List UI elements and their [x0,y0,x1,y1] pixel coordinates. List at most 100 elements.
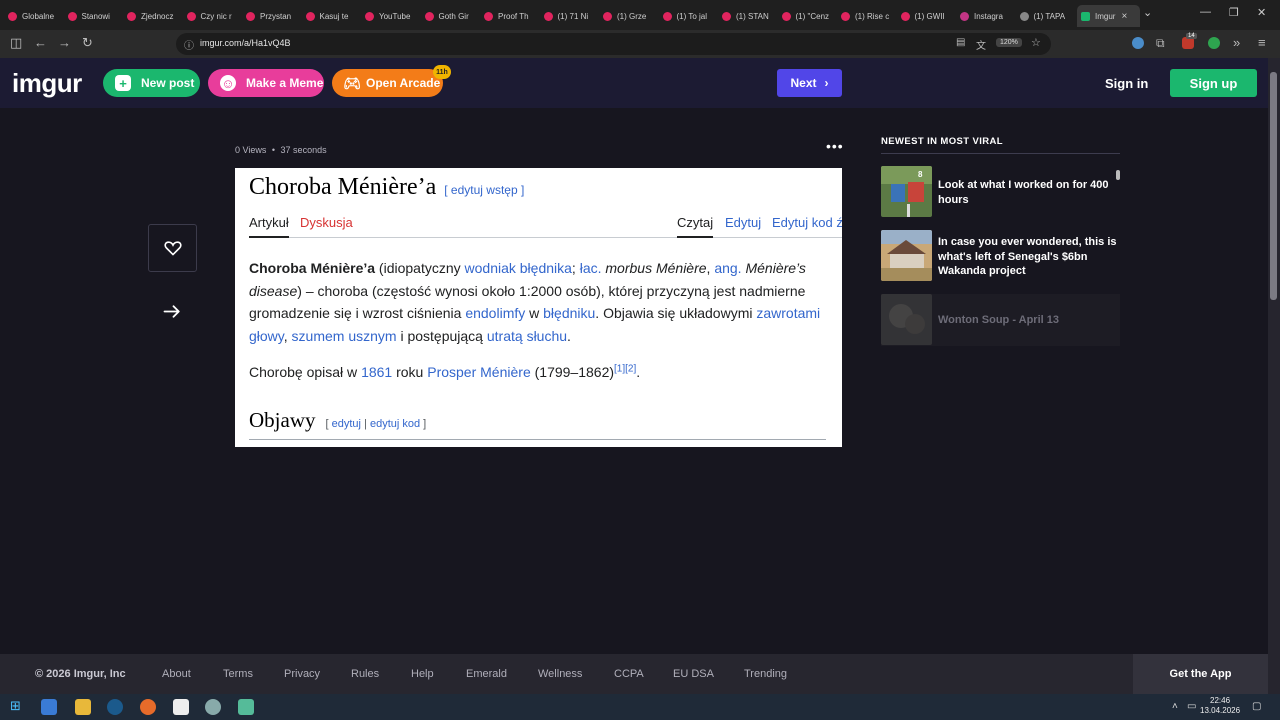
post-thumbnail [881,294,932,345]
footer-link-privacy[interactable]: Privacy [284,668,320,680]
translate-icon[interactable]: 文 [976,37,986,52]
notifications-icon[interactable]: ▢ [1252,701,1261,712]
browser-tab[interactable]: (1) To jal [662,5,715,27]
taskbar-clock[interactable]: 22:46 13.04.2026 [1200,696,1240,716]
url-text[interactable]: imgur.com/a/Ha1vQ4B [200,38,291,48]
like-button[interactable] [148,224,197,272]
sidebar-post-title[interactable]: In case you ever wondered, this is what'… [938,235,1118,279]
more-tools-icon[interactable]: » [1233,35,1240,50]
sidebar-post[interactable]: 8 Look at what I worked on for 400 hours [881,166,1120,218]
new-post-button[interactable]: + New post [103,69,200,97]
zoom-level[interactable]: 120% [996,38,1022,47]
close-window-icon[interactable]: ✕ [1257,6,1266,19]
site-info-icon[interactable]: ⓘ [184,37,194,52]
tray-chevron-icon[interactable]: ˄ [1172,701,1178,712]
wiki-body: Choroba Ménière’a (idiopatyczny wodniak … [249,257,829,384]
footer-link-help[interactable]: Help [411,668,434,680]
minimize-icon[interactable]: — [1200,6,1211,18]
wiki-paragraph-1: Choroba Ménière’a (idiopatyczny wodniak … [249,257,829,347]
get-the-app-button[interactable]: Get the App [1133,654,1268,694]
footer-link-about[interactable]: About [162,668,191,680]
share-button[interactable] [160,300,184,320]
browser-tab[interactable]: (1) GWII [900,5,953,27]
sign-in-link[interactable]: Sign in [1105,76,1148,91]
imgur-logo[interactable]: imgur [12,68,82,99]
browser-tab[interactable]: (1) 71 Ni [543,5,596,27]
browser-tab[interactable]: Globalne [8,5,60,27]
browser-tab[interactable]: (1) TAPA [1019,5,1072,27]
tab-favicon-icon [127,11,136,21]
browser-tab[interactable]: YouTube [365,5,417,27]
back-icon[interactable]: ← [34,35,47,50]
windows-start-icon[interactable]: ⊞ [10,698,26,714]
close-tab-icon[interactable]: × [1121,11,1127,22]
browser-tab[interactable]: Kasuj te [305,5,358,27]
footer-link-ccpa[interactable]: CCPA [614,668,644,680]
steam-icon[interactable] [107,699,123,715]
wiki-edit-source-link: edytuj kod [369,418,421,430]
extensions-puzzle-icon[interactable]: ⧉ [1156,36,1165,51]
sidebar-post[interactable]: Wonton Soup - April 13 [881,294,1120,346]
sign-up-button[interactable]: Sign up [1170,69,1257,97]
tab-favicon-icon [543,11,553,21]
sidebar-post-title[interactable]: Look at what I worked on for 400 hours [938,178,1118,207]
menu-icon[interactable]: ≡ [1258,35,1266,50]
reader-mode-icon[interactable]: ▤ [956,37,965,48]
next-post-button[interactable]: Next › [777,69,842,97]
browser-tab[interactable]: (1) "Cenz [781,5,834,27]
file-explorer-icon[interactable] [75,699,91,715]
tab-label: (1) Grze [617,11,647,21]
footer-link-terms[interactable]: Terms [223,668,253,680]
browser-tab[interactable]: (1) Grze [603,5,655,27]
forward-icon[interactable]: → [58,35,71,50]
restore-icon[interactable]: ❐ [1229,6,1239,19]
browser-tab[interactable]: (1) Rise c [841,5,893,27]
browser-tab[interactable]: Przystan [246,5,298,27]
open-arcade-button[interactable]: 🎮︎ Open Arcade [332,69,443,97]
browser-tab[interactable]: Proof Th [484,5,536,27]
network-icon[interactable]: ▭ [1187,701,1196,712]
browser-tab[interactable]: Zjednocz [127,5,179,27]
tab-actions-icon[interactable]: ◫ [10,35,22,51]
copyright: © 2026 Imgur, Inc [35,668,126,680]
bookmark-star-icon[interactable]: ☆ [1031,36,1041,49]
app-icon-misc[interactable] [205,699,221,715]
browser-tab[interactable]: Instagra [960,5,1012,27]
sidebar-post-title[interactable]: Wonton Soup - April 13 [938,313,1118,328]
wiki-bold-term: Choroba Ménière’a [249,260,376,276]
firefox-icon[interactable] [140,699,156,715]
meta-separator: • [271,145,276,155]
more-options-icon[interactable]: ••• [826,138,844,154]
browser-tab[interactable]: Czy nic r [186,5,239,27]
scrollbar-thumb[interactable] [1270,72,1277,300]
notion-icon[interactable] [173,699,189,715]
tab-list-chevron-icon[interactable]: ⌄ [1143,6,1152,19]
browser-tab[interactable]: (1) STAN [722,5,774,27]
footer-link-trending[interactable]: Trending [744,668,787,680]
tab-label: Goth Gir [438,11,469,21]
tab-label: Stanowi [81,11,110,21]
wiki-text: . [567,327,571,344]
wiki-text: . [636,364,641,380]
sidebar-scroll-handle[interactable] [1116,170,1120,180]
extension-shield-icon[interactable] [1132,37,1144,49]
tab-label: (1) GWII [914,11,945,21]
footer-link-wellness[interactable]: Wellness [538,668,582,680]
tab-active[interactable]: Imgur × [1077,5,1140,27]
extension-green-icon[interactable] [1208,37,1220,49]
sidebar-post[interactable]: In case you ever wondered, this is what'… [881,230,1120,282]
browser-tab[interactable]: Goth Gir [424,5,477,27]
footer-link-emerald[interactable]: Emerald [466,668,507,680]
make-a-meme-button[interactable]: ☺ Make a Meme [208,69,324,97]
browser-tab[interactable]: Stanowi [67,5,120,27]
reload-icon[interactable]: ↻ [82,35,93,51]
calculator-icon[interactable] [238,699,254,715]
wiki-text: (idiopatyczny [375,260,465,276]
app-icon-explorer-window[interactable] [41,699,57,715]
footer-link-eu-dsa[interactable]: EU DSA [673,668,714,680]
address-bar[interactable]: ⓘ imgur.com/a/Ha1vQ4B ▤ 文 ☆ [176,33,1051,55]
page-scrollbar[interactable] [1268,58,1280,694]
footer-link-rules[interactable]: Rules [351,668,379,680]
tab-label: Zjednocz [141,11,174,21]
wiki-text: ; [571,260,580,276]
